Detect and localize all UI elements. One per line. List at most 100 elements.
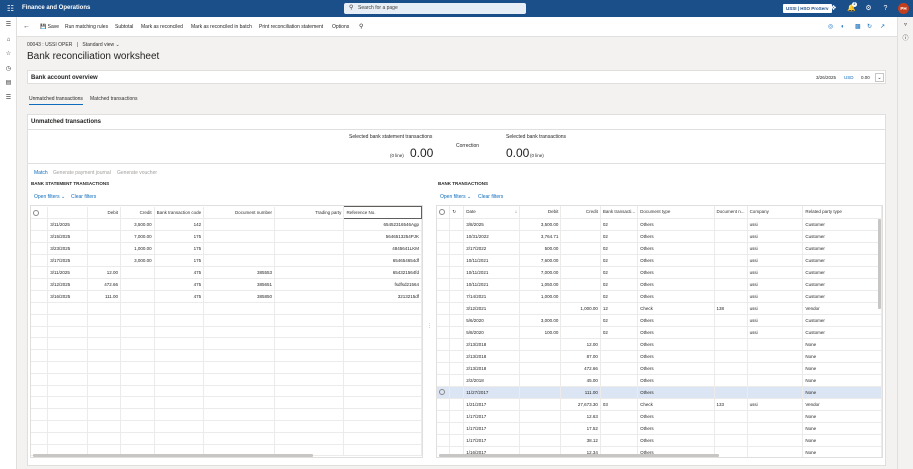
subtotal-button[interactable]: Subtotal bbox=[115, 17, 133, 37]
column-header-date[interactable]: Date ↓ bbox=[463, 206, 521, 219]
row-select-cell[interactable] bbox=[31, 373, 49, 386]
generate-payment-journal-button[interactable]: Generate payment journal bbox=[53, 170, 111, 177]
search-box[interactable]: ⚲ Search for a page bbox=[344, 3, 526, 14]
row-select-cell[interactable] bbox=[31, 266, 49, 279]
workspaces-icon[interactable]: ▤ bbox=[4, 79, 13, 88]
row-select-cell[interactable] bbox=[437, 278, 451, 291]
row-select-cell[interactable] bbox=[31, 230, 49, 243]
expand-chevron-icon[interactable]: ⌄ bbox=[875, 73, 884, 82]
table-row[interactable]: 1/17/2017 17.52 Others None bbox=[437, 422, 882, 435]
row-select-cell[interactable] bbox=[437, 290, 451, 303]
row-select-cell[interactable] bbox=[31, 420, 49, 433]
table-row[interactable]: 3/15/2025 7,000.00 175 5646513254PJK bbox=[31, 230, 422, 243]
app-name[interactable]: Finance and Operations bbox=[22, 4, 90, 13]
statement-open-filters[interactable]: Open filters ⌄ bbox=[34, 194, 65, 201]
help-icon[interactable]: ? bbox=[881, 4, 890, 13]
table-row[interactable]: 3/12/2021 1,000.00 12 Check 138 ussi Vendor bbox=[437, 302, 882, 315]
bank-clear-filters[interactable]: Clear filters bbox=[478, 194, 503, 201]
bank-account-overview[interactable]: Bank account overview 3/26/2025 USD 0.00… bbox=[27, 70, 886, 84]
row-select-cell[interactable] bbox=[31, 218, 49, 231]
match-button[interactable]: Match bbox=[34, 170, 48, 177]
row-select-cell[interactable] bbox=[31, 396, 49, 410]
refresh-icon[interactable]: ↻ bbox=[867, 17, 872, 37]
row-select-cell[interactable] bbox=[31, 290, 49, 303]
row-select-cell[interactable] bbox=[437, 338, 451, 351]
row-select-cell[interactable] bbox=[437, 434, 451, 447]
table-row[interactable] bbox=[31, 337, 422, 351]
bank-vertical-scrollbar[interactable] bbox=[878, 219, 881, 309]
save-button[interactable]: 💾 Save bbox=[40, 17, 59, 37]
refresh-column-cell[interactable]: ↻ bbox=[449, 206, 465, 219]
favorites-star-icon[interactable]: ☆ bbox=[4, 50, 13, 59]
table-row[interactable]: 5/6/2020 3,000.00 02 Others ussi Customer bbox=[437, 314, 882, 327]
table-row[interactable]: 5/8/2020 100.00 02 Others ussi Customer bbox=[437, 326, 882, 339]
table-row[interactable] bbox=[31, 385, 422, 398]
table-row[interactable] bbox=[31, 349, 422, 362]
app-launcher-icon[interactable]: ☷ bbox=[6, 4, 15, 13]
table-row[interactable] bbox=[31, 396, 422, 410]
modules-list-icon[interactable]: ☰ bbox=[4, 94, 13, 103]
filter-pane-icon[interactable]: ▿ bbox=[901, 21, 910, 30]
grid-splitter-handle[interactable]: ⋮ bbox=[427, 323, 432, 329]
table-row[interactable] bbox=[31, 314, 422, 327]
table-row[interactable]: 2/13/2018 87.00 Others None bbox=[437, 350, 882, 363]
select-all-cell[interactable] bbox=[31, 206, 49, 219]
select-all-radio[interactable] bbox=[33, 209, 39, 216]
table-row[interactable] bbox=[31, 373, 422, 386]
company-picker[interactable]: USSI | HSO ProServ bbox=[783, 4, 832, 13]
column-header-reference-no[interactable]: Reference No. bbox=[343, 206, 422, 219]
column-header-document-number[interactable]: Document n... bbox=[714, 206, 748, 219]
copilot-icon[interactable]: ❖ bbox=[829, 4, 838, 13]
table-row[interactable]: 3/16/2025 111.00 475 385850 3213215df bbox=[31, 290, 422, 303]
row-select-cell[interactable] bbox=[31, 361, 49, 374]
back-arrow-icon[interactable]: ← bbox=[23, 17, 30, 37]
recent-clock-icon[interactable]: ◷ bbox=[4, 65, 13, 74]
row-select-cell[interactable] bbox=[31, 314, 49, 327]
table-row[interactable]: 2/17/2022 500.00 02 Others ussi Customer bbox=[437, 242, 882, 255]
column-header-company[interactable]: Company bbox=[747, 206, 804, 219]
row-select-cell[interactable] bbox=[437, 398, 451, 411]
column-header-document-number[interactable]: Document number bbox=[203, 206, 275, 219]
table-row[interactable]: 1/17/2017 12.63 Others None bbox=[437, 410, 882, 423]
row-select-cell[interactable] bbox=[437, 326, 451, 339]
column-header-related-party-type[interactable]: Related party type bbox=[802, 206, 882, 219]
row-select-cell[interactable] bbox=[31, 385, 49, 398]
bank-open-filters[interactable]: Open filters ⌄ bbox=[440, 194, 471, 201]
refresh-icon[interactable]: ↻ bbox=[452, 209, 456, 214]
row-select-cell[interactable] bbox=[31, 242, 49, 255]
row-select-cell[interactable] bbox=[437, 218, 451, 231]
column-header-bank-transaction-code[interactable]: Bank transacti... bbox=[600, 206, 639, 219]
statement-horizontal-scrollbar[interactable] bbox=[33, 454, 313, 457]
home-icon[interactable]: ⌂ bbox=[4, 36, 13, 45]
mark-as-reconciled-batch-button[interactable]: Mark as reconciled in batch bbox=[191, 17, 252, 37]
row-select-cell[interactable] bbox=[31, 337, 49, 351]
info-icon[interactable]: ⓘ bbox=[901, 35, 910, 44]
run-matching-rules-button[interactable]: Run matching rules bbox=[65, 17, 108, 37]
action-search-icon[interactable]: ⚲ bbox=[359, 17, 363, 37]
table-row[interactable]: 2/13/2018 472.66 Others None bbox=[437, 362, 882, 375]
column-header-debit[interactable]: Debit bbox=[87, 206, 122, 219]
row-select-cell[interactable] bbox=[437, 254, 451, 267]
mark-as-reconciled-button[interactable]: Mark as reconciled bbox=[141, 17, 183, 37]
office-icon[interactable]: ◐ bbox=[841, 17, 845, 37]
row-select-cell[interactable] bbox=[437, 266, 451, 279]
select-all-radio[interactable] bbox=[439, 209, 445, 216]
column-header-credit[interactable]: Credit bbox=[120, 206, 155, 219]
table-row[interactable]: 11/27/2017 111.00 Others None bbox=[437, 386, 882, 399]
row-select-cell[interactable] bbox=[31, 349, 49, 362]
table-row[interactable]: 2/13/2018 12.00 Others None bbox=[437, 338, 882, 351]
avatar[interactable]: PH bbox=[898, 3, 909, 14]
generate-voucher-button[interactable]: Generate voucher bbox=[117, 170, 157, 177]
row-select-cell[interactable] bbox=[437, 374, 451, 387]
table-row[interactable]: 3/11/2025 3,500.00 142 65452316546Agp bbox=[31, 218, 422, 231]
column-header-document-type[interactable]: Document type bbox=[637, 206, 715, 219]
column-header-bank-transaction-code[interactable]: Bank transaction code bbox=[154, 206, 205, 219]
row-select-cell[interactable] bbox=[31, 278, 49, 291]
row-select-cell[interactable] bbox=[437, 422, 451, 435]
options-button[interactable]: Options bbox=[332, 17, 349, 37]
row-select-cell[interactable] bbox=[437, 314, 451, 327]
print-reconciliation-statement-button[interactable]: Print reconciliation statement bbox=[259, 17, 323, 37]
table-row[interactable]: 10/11/2021 7,600.00 02 Others ussi Customer bbox=[437, 254, 882, 267]
row-select-cell[interactable] bbox=[437, 386, 451, 399]
view-selector[interactable]: Standard view bbox=[82, 42, 114, 48]
